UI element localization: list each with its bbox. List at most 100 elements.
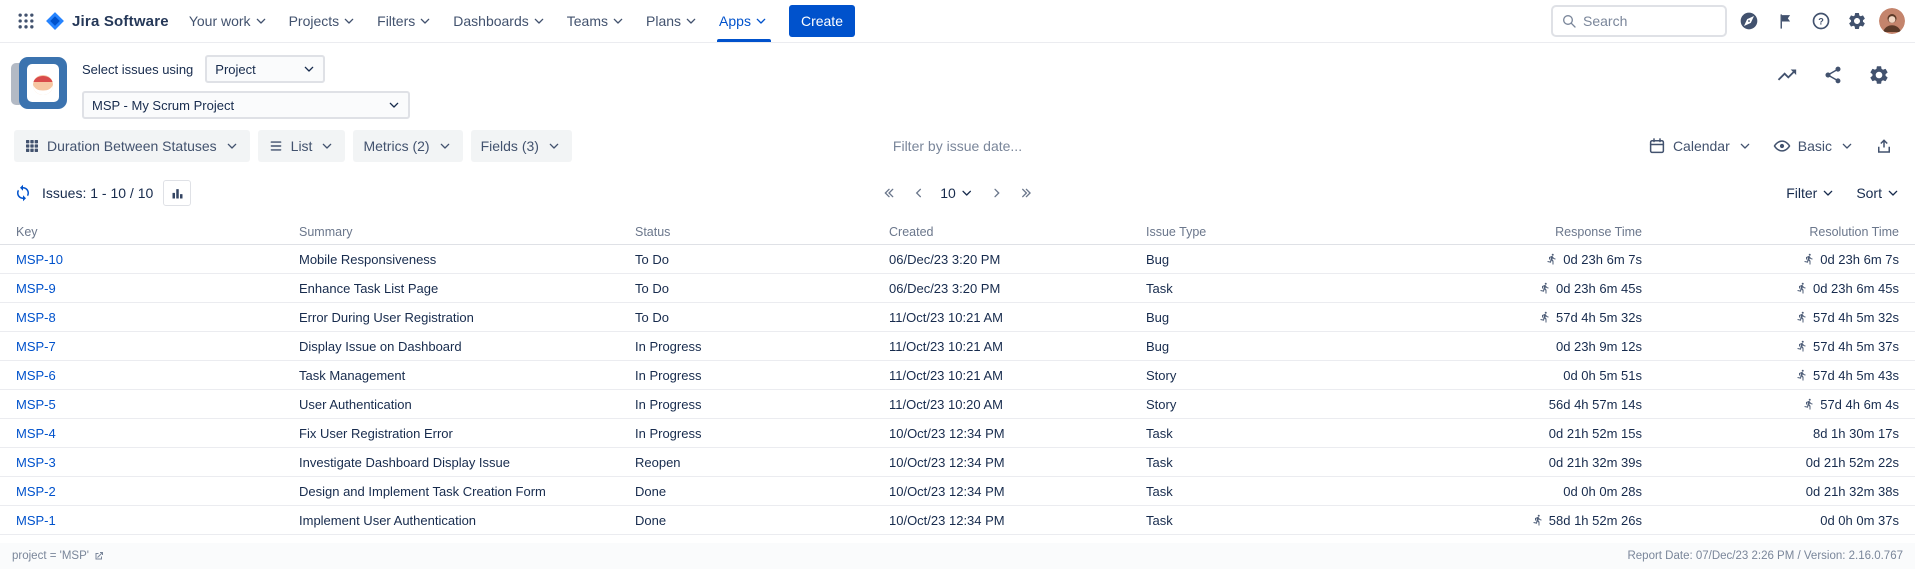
issue-key-link[interactable]: MSP-8 <box>16 310 56 325</box>
response-time-cell: 0d 23h 9m 12s <box>1400 339 1642 354</box>
table-row: MSP-1Implement User AuthenticationDone10… <box>0 506 1915 535</box>
issue-type-cell: Bug <box>1146 339 1400 354</box>
report-type-dropdown[interactable]: Duration Between Statuses <box>14 130 250 162</box>
issue-key-link[interactable]: MSP-6 <box>16 368 56 383</box>
chart-trend-icon[interactable] <box>1773 61 1801 89</box>
running-status-icon <box>1796 369 1808 381</box>
issue-status-cell: Reopen <box>635 455 889 470</box>
nav-plans-label: Plans <box>646 13 681 29</box>
table-row: MSP-5User AuthenticationIn Progress11/Oc… <box>0 390 1915 419</box>
chevron-down-icon <box>417 13 433 29</box>
nav-dashboards-label: Dashboards <box>453 13 529 29</box>
filter-dropdown[interactable]: Filter <box>1786 185 1836 201</box>
discover-icon[interactable] <box>1735 7 1763 35</box>
settings-gear-icon[interactable] <box>1843 7 1871 35</box>
search-input[interactable] <box>1583 13 1717 29</box>
response-time-cell: 0d 21h 52m 15s <box>1400 426 1642 441</box>
filter-label: Filter <box>1786 185 1817 201</box>
column-header-response-time[interactable]: Response Time <box>1400 225 1642 239</box>
nav-filters-label: Filters <box>377 13 415 29</box>
column-header-summary[interactable]: Summary <box>299 225 635 239</box>
user-avatar[interactable] <box>1879 8 1905 34</box>
metrics-dropdown[interactable]: Metrics (2) <box>353 130 462 162</box>
display-mode-dropdown[interactable]: Basic <box>1765 130 1863 162</box>
chevron-down-icon <box>610 13 626 29</box>
nav-filters[interactable]: Filters <box>367 0 443 42</box>
response-time-cell: 56d 4h 57m 14s <box>1400 397 1642 412</box>
project-select[interactable]: MSP - My Scrum Project <box>82 91 410 119</box>
sort-dropdown[interactable]: Sort <box>1856 185 1901 201</box>
first-page-icon[interactable] <box>880 185 896 201</box>
column-header-status[interactable]: Status <box>635 225 889 239</box>
issue-status-cell: To Do <box>635 281 889 296</box>
previous-page-icon[interactable] <box>910 185 926 201</box>
issue-key-link[interactable]: MSP-9 <box>16 281 56 296</box>
flag-icon[interactable] <box>1771 7 1799 35</box>
help-icon[interactable]: ? <box>1807 7 1835 35</box>
column-header-key[interactable]: Key <box>16 225 299 239</box>
share-icon[interactable] <box>1819 61 1847 89</box>
response-time-cell: 0d 0h 0m 28s <box>1400 484 1642 499</box>
refresh-icon[interactable] <box>14 184 32 202</box>
issue-key-link[interactable]: MSP-10 <box>16 252 63 267</box>
issue-key-link[interactable]: MSP-3 <box>16 455 56 470</box>
last-page-icon[interactable] <box>1019 185 1035 201</box>
issues-bar-right-group: Filter Sort <box>1786 185 1901 201</box>
nav-projects[interactable]: Projects <box>279 0 368 42</box>
issue-key-cell: MSP-5 <box>16 397 299 412</box>
eye-icon <box>1773 137 1791 155</box>
toolbar-right-group: Calendar Basic <box>1640 130 1901 162</box>
issue-key-link[interactable]: MSP-1 <box>16 513 56 528</box>
resolution-time-cell: 57d 4h 5m 43s <box>1642 368 1899 383</box>
issue-key-cell: MSP-9 <box>16 281 299 296</box>
jira-logo[interactable]: Jira Software <box>42 10 179 32</box>
nav-dashboards[interactable]: Dashboards <box>443 0 557 42</box>
nav-teams-label: Teams <box>567 13 608 29</box>
chevron-down-icon <box>683 13 699 29</box>
column-header-created[interactable]: Created <box>889 225 1146 239</box>
issue-type-cell: Story <box>1146 368 1400 383</box>
view-type-label: List <box>291 138 313 154</box>
app-settings-gear-icon[interactable] <box>1865 61 1893 89</box>
calendar-dropdown[interactable]: Calendar <box>1640 130 1761 162</box>
global-search[interactable] <box>1551 5 1727 37</box>
issue-source-value: Project <box>215 62 255 77</box>
bar-chart-toggle[interactable] <box>163 180 191 206</box>
nav-apps[interactable]: Apps <box>709 0 779 42</box>
chevron-down-icon <box>531 13 547 29</box>
column-header-resolution-time[interactable]: Resolution Time <box>1642 225 1899 239</box>
app-logo <box>10 55 68 111</box>
nav-teams[interactable]: Teams <box>557 0 636 42</box>
search-icon <box>1561 13 1577 29</box>
issue-date-filter[interactable]: Filter by issue date... <box>893 138 1022 154</box>
metrics-label: Metrics (2) <box>363 138 429 154</box>
issue-key-link[interactable]: MSP-5 <box>16 397 56 412</box>
issues-bar: Issues: 1 - 10 / 10 10 Filter Sort <box>0 175 1915 211</box>
page-size-dropdown[interactable]: 10 <box>940 185 975 201</box>
sort-label: Sort <box>1856 185 1882 201</box>
issue-type-cell: Bug <box>1146 310 1400 325</box>
nav-plans[interactable]: Plans <box>636 0 709 42</box>
create-button[interactable]: Create <box>789 5 855 37</box>
resolution-time-cell: 8d 1h 30m 17s <box>1642 426 1899 441</box>
issue-source-select[interactable]: Project <box>205 55 325 83</box>
issue-type-cell: Task <box>1146 426 1400 441</box>
nav-apps-label: Apps <box>719 13 751 29</box>
fields-dropdown[interactable]: Fields (3) <box>471 130 572 162</box>
issue-created-cell: 11/Oct/23 10:21 AM <box>889 368 1146 383</box>
chevron-down-icon <box>253 13 269 29</box>
issue-key-link[interactable]: MSP-7 <box>16 339 56 354</box>
export-icon[interactable] <box>1867 130 1901 162</box>
nav-your-work[interactable]: Your work <box>179 0 279 42</box>
issue-status-cell: In Progress <box>635 397 889 412</box>
issue-key-link[interactable]: MSP-2 <box>16 484 56 499</box>
view-type-dropdown[interactable]: List <box>258 130 346 162</box>
open-in-new-icon[interactable] <box>93 550 105 562</box>
table-row: MSP-6Task ManagementIn Progress11/Oct/23… <box>0 361 1915 390</box>
issue-type-cell: Task <box>1146 513 1400 528</box>
next-page-icon[interactable] <box>989 185 1005 201</box>
chevron-down-icon <box>341 13 357 29</box>
app-switcher-icon[interactable] <box>10 5 42 37</box>
issue-key-link[interactable]: MSP-4 <box>16 426 56 441</box>
column-header-issue-type[interactable]: Issue Type <box>1146 225 1400 239</box>
